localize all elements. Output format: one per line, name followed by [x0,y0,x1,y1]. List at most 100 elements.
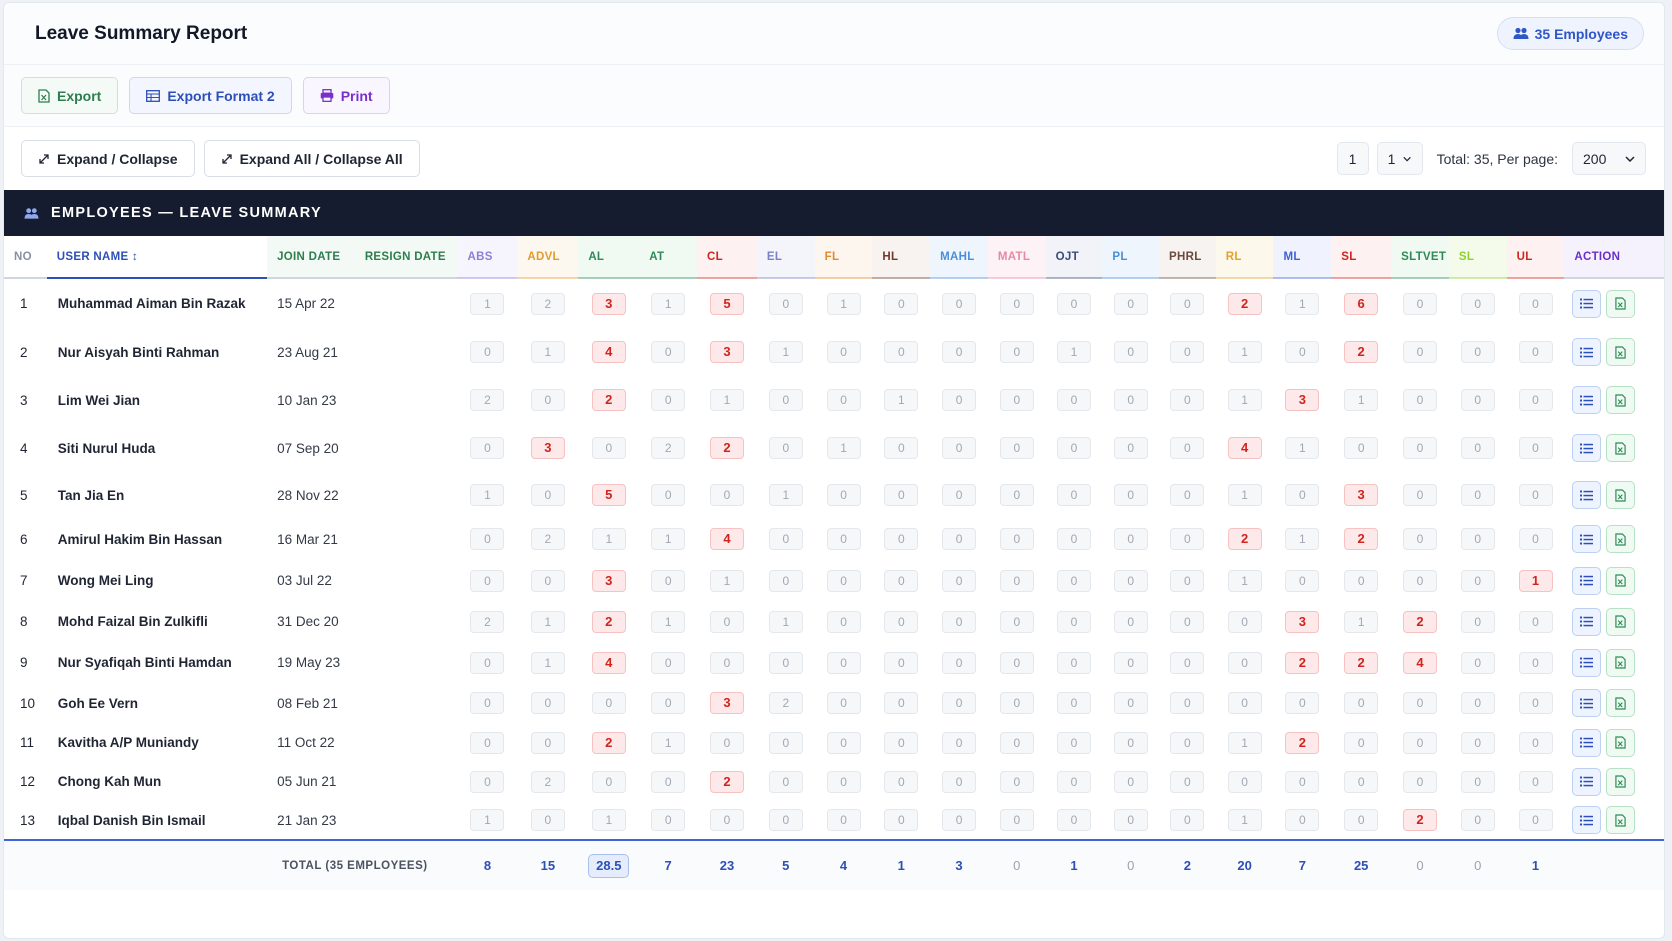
view-details-button[interactable] [1572,386,1602,414]
employee-name: Chong Kah Mun [57,774,162,789]
leave-count-chip: 4 [709,528,744,550]
resign-date [355,560,458,601]
join-date: 05 Jun 21 [277,774,337,789]
view-details-button[interactable] [1572,806,1602,834]
leave-count-chip: 0 [768,770,803,793]
expand-all-button[interactable]: Expand All / Collapse All [203,140,420,177]
section-header: EMPLOYEES — LEAVE SUMMARY [4,190,1664,236]
leave-count-chip: 3 [709,692,744,714]
leave-count-chip: 0 [1227,692,1262,714]
leave-count-cell: 1 [697,560,757,601]
leave-count-cell: 0 [1159,762,1216,801]
leave-count-cell: 0 [1159,376,1216,424]
export-row-button[interactable] [1606,607,1636,636]
join-date: 16 Mar 21 [277,531,338,547]
leave-count-chip: 2 [591,610,626,633]
export-row-button[interactable] [1606,338,1636,366]
export-row-button[interactable] [1606,434,1636,462]
file-excel-icon [1615,441,1627,455]
leave-count-chip: 0 [1113,292,1148,315]
column-header-name[interactable]: USER NAME ↕ [46,236,268,279]
expand-collapse-button[interactable]: Expand / Collapse [21,140,195,177]
view-details-button[interactable] [1572,566,1602,595]
column-header-ojt: OJT [1045,236,1103,279]
leave-count-cell: 0 [757,518,815,560]
per-page-select[interactable]: 200 [1572,142,1646,175]
leave-count-cell: 0 [872,683,930,723]
export-row-button[interactable] [1606,728,1636,757]
expand-icon [221,153,232,164]
export-row-button[interactable] [1606,806,1636,834]
leave-count-chip: 0 [1057,389,1092,411]
view-details-button[interactable] [1572,767,1602,796]
leave-count-cell: 0 [1159,518,1216,560]
view-details-button[interactable] [1572,338,1602,366]
view-details-button[interactable] [1572,607,1602,636]
leave-count-cell: 0 [1273,801,1331,840]
leave-count-cell: 0 [1046,472,1103,518]
leave-count-cell: 0 [757,424,815,472]
join-date: 31 Dec 20 [277,614,339,629]
leave-count-chip: 2 [1227,292,1262,315]
file-excel-icon [1615,393,1627,407]
view-details-button[interactable] [1572,689,1602,717]
leave-count-chip: 3 [591,569,626,592]
leave-count-chip: 0 [826,389,861,411]
leave-count-cell: 0 [1449,762,1507,801]
list-icon [1580,575,1594,586]
leave-count-chip: 0 [470,437,505,459]
row-number: 12 [20,774,36,789]
export-button[interactable]: Export [21,77,119,114]
leave-count-chip: 0 [1403,770,1437,793]
view-details-button[interactable] [1572,728,1602,757]
leave-count-chip: 0 [470,569,505,592]
export-row-button[interactable] [1606,566,1636,595]
view-details-button[interactable] [1572,648,1602,677]
leave-count-chip: 0 [1403,389,1437,411]
leave-count-chip: 0 [651,484,686,506]
leave-count-cell: 1 [457,278,517,328]
row-number: 4 [20,440,28,456]
leave-count-chip: 0 [1057,731,1092,754]
export-row-button[interactable] [1606,767,1636,796]
view-details-button[interactable] [1572,525,1602,553]
leave-count-chip: 2 [1344,528,1379,550]
column-header-phrl: PHRL [1159,236,1216,279]
leave-count-cell: 0 [457,642,517,683]
leave-count-cell: 0 [930,518,988,560]
leave-count-cell: 0 [815,683,873,723]
leave-count-cell: 0 [872,601,930,642]
export-row-button[interactable] [1606,648,1636,677]
leave-count-cell: 0 [757,376,815,424]
current-page-indicator[interactable]: 1 [1336,142,1369,175]
leave-count-cell: 0 [1102,518,1159,560]
page-select[interactable]: 1 [1376,142,1423,175]
employee-name: Siti Nurul Huda [57,440,156,456]
leave-count-cell: 1 [639,278,697,328]
leave-count-cell: 0 [1102,424,1159,472]
table-row: 11 Kavitha A/P Muniandy 11 Oct 22 0 0 2 1 0 0 0 0 0… [4,723,1664,762]
export-row-button[interactable] [1606,525,1636,553]
leave-count-chip: 1 [651,528,686,550]
leave-count-chip: 2 [709,437,744,459]
resign-date [355,762,458,801]
leave-count-cell: 2 [1273,723,1331,762]
view-details-button[interactable] [1572,434,1602,462]
export-row-button[interactable] [1606,386,1636,414]
export-format-2-button[interactable]: Export Format 2 [129,77,292,114]
total-spacer [1564,839,1664,890]
export-row-button[interactable] [1606,689,1636,717]
leave-count-cell: 0 [930,601,988,642]
leave-count-chip: 0 [1518,731,1553,754]
print-label: Print [340,87,373,104]
leave-count-cell: 0 [697,601,757,642]
leave-count-cell: 0 [872,424,930,472]
leave-count-chip: 0 [1403,437,1437,459]
export-row-button[interactable] [1606,481,1636,509]
export-row-button[interactable] [1606,289,1636,318]
leave-count-cell: 0 [930,723,988,762]
view-details-button[interactable] [1572,481,1602,509]
leave-count-cell: 0 [1159,424,1216,472]
print-button[interactable]: Print [302,77,390,114]
view-details-button[interactable] [1572,289,1602,318]
